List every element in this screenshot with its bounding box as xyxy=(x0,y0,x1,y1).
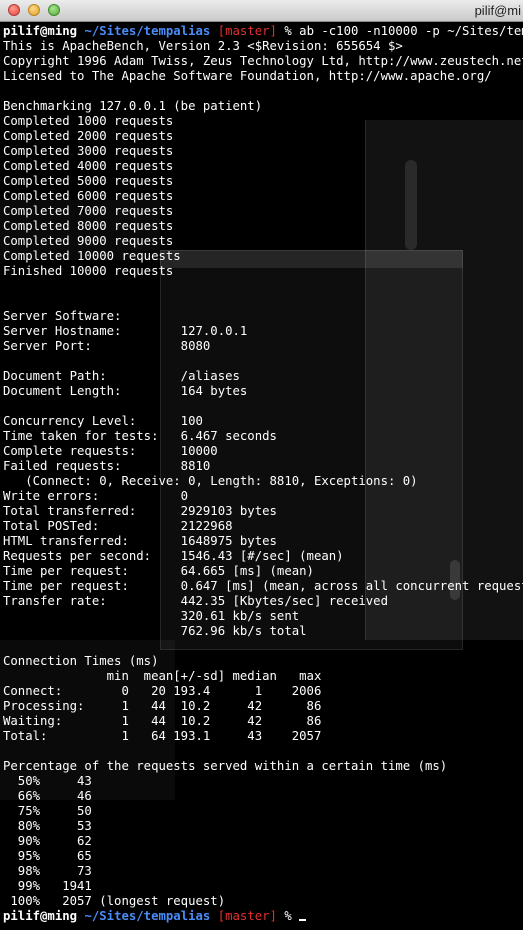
output-line: Completed 5000 requests xyxy=(3,174,174,188)
output-line: Total transferred: 2929103 bytes xyxy=(3,504,277,518)
output-line: 75% 50 xyxy=(3,804,92,818)
output-line: 95% 65 xyxy=(3,849,92,863)
output-line: Time taken for tests: 6.467 seconds xyxy=(3,429,277,443)
output-line: 98% 73 xyxy=(3,864,92,878)
benchmark-output: This is ApacheBench, Version 2.3 <$Revis… xyxy=(3,39,523,909)
output-line: (Connect: 0, Receive: 0, Length: 8810, E… xyxy=(3,474,418,488)
text-cursor xyxy=(299,919,307,921)
output-line: Concurrency Level: 100 xyxy=(3,414,203,428)
output-line: Completed 7000 requests xyxy=(3,204,174,218)
output-line: 90% 62 xyxy=(3,834,92,848)
current-prompt-line[interactable]: pilif@ming ~/Sites/tempalias [master] % xyxy=(3,909,523,924)
output-line: Benchmarking 127.0.0.1 (be patient) xyxy=(3,99,263,113)
output-line: Document Path: /aliases xyxy=(3,369,240,383)
output-line: Completed 9000 requests xyxy=(3,234,174,248)
prompt-path: ~/Sites/tempalias xyxy=(77,909,211,923)
window-title: pilif@mi xyxy=(474,3,521,18)
prompt-user: pilif@ming xyxy=(3,909,78,923)
close-icon[interactable] xyxy=(8,4,20,16)
output-line: Total POSTed: 2122968 xyxy=(3,519,233,533)
output-line: Connect: 0 20 193.4 1 2006 xyxy=(3,684,322,698)
prompt-user: pilif@ming xyxy=(3,24,78,38)
output-line: Time per request: 0.647 [ms] (mean, acro… xyxy=(3,579,523,593)
prompt-branch: [master] xyxy=(210,909,277,923)
output-line: min mean[+/-sd] median max xyxy=(3,669,322,683)
output-line: Completed 2000 requests xyxy=(3,129,174,143)
output-line: 66% 46 xyxy=(3,789,92,803)
output-line: Completed 1000 requests xyxy=(3,114,174,128)
output-line: Time per request: 64.665 [ms] (mean) xyxy=(3,564,314,578)
command-prompt-line: pilif@ming ~/Sites/tempalias [master] % … xyxy=(3,24,523,39)
output-line: Processing: 1 44 10.2 42 86 xyxy=(3,699,322,713)
output-line: Completed 10000 requests xyxy=(3,249,181,263)
prompt-symbol: % xyxy=(276,909,300,923)
prompt-command: % ab -c100 -n10000 -p ~/Sites/tempa xyxy=(276,24,523,38)
prompt-branch: [master] xyxy=(210,24,277,38)
output-line: 50% 43 xyxy=(3,774,92,788)
output-line: Licensed to The Apache Software Foundati… xyxy=(3,69,492,83)
output-line: Percentage of the requests served within… xyxy=(3,759,448,773)
output-line: Copyright 1996 Adam Twiss, Zeus Technolo… xyxy=(3,54,523,68)
output-line: 99% 1941 xyxy=(3,879,92,893)
prompt-path: ~/Sites/tempalias xyxy=(77,24,211,38)
output-line: Connection Times (ms) xyxy=(3,654,159,668)
output-line: Completed 4000 requests xyxy=(3,159,174,173)
terminal-output[interactable]: pilif@ming ~/Sites/tempalias [master] % … xyxy=(0,22,523,930)
output-line: Failed requests: 8810 xyxy=(3,459,211,473)
zoom-icon[interactable] xyxy=(48,4,60,16)
output-line: 320.61 kb/s sent xyxy=(3,609,300,623)
output-line: Transfer rate: 442.35 [Kbytes/sec] recei… xyxy=(3,594,388,608)
output-line: Document Length: 164 bytes xyxy=(3,384,248,398)
output-line: Server Port: 8080 xyxy=(3,339,211,353)
output-line: Completed 3000 requests xyxy=(3,144,174,158)
output-line: Completed 6000 requests xyxy=(3,189,174,203)
output-line: Server Hostname: 127.0.0.1 xyxy=(3,324,248,338)
output-line: Waiting: 1 44 10.2 42 86 xyxy=(3,714,322,728)
output-line: HTML transferred: 1648975 bytes xyxy=(3,534,277,548)
output-line: 100% 2057 (longest request) xyxy=(3,894,226,908)
output-line: 80% 53 xyxy=(3,819,92,833)
output-line: Write errors: 0 xyxy=(3,489,189,503)
output-line: Requests per second: 1546.43 [#/sec] (me… xyxy=(3,549,344,563)
output-line: Complete requests: 10000 xyxy=(3,444,218,458)
output-line: Total: 1 64 193.1 43 2057 xyxy=(3,729,322,743)
output-line: This is ApacheBench, Version 2.3 <$Revis… xyxy=(3,39,403,53)
output-line: Finished 10000 requests xyxy=(3,264,174,278)
minimize-icon[interactable] xyxy=(28,4,40,16)
output-line: 762.96 kb/s total xyxy=(3,624,307,638)
traffic-lights xyxy=(8,4,60,16)
window-titlebar[interactable]: pilif@mi xyxy=(0,0,523,22)
output-line: Server Software: xyxy=(3,309,122,323)
output-line: Completed 8000 requests xyxy=(3,219,174,233)
